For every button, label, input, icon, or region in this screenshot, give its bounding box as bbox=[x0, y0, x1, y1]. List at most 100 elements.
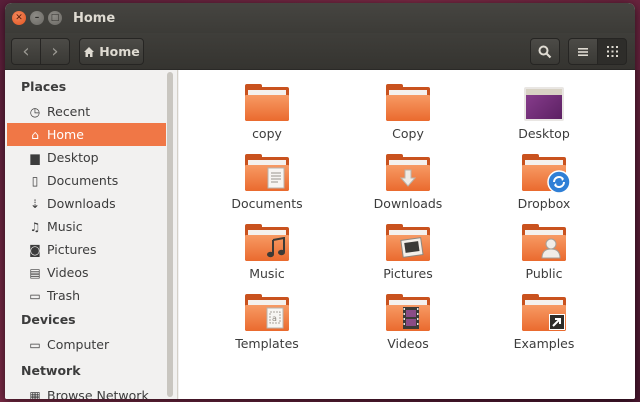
folder-icon bbox=[245, 224, 291, 261]
download-icon: ⇣ bbox=[29, 196, 41, 211]
file-item-downloads[interactable]: Downloads bbox=[343, 154, 473, 223]
sidebar-scrollbar[interactable] bbox=[167, 72, 173, 397]
file-label: Documents bbox=[231, 196, 303, 211]
path-bar-home-button[interactable]: Home bbox=[79, 38, 144, 65]
sidebar-header-places: Places bbox=[21, 79, 67, 94]
folder-icon bbox=[522, 294, 566, 331]
file-label: Templates bbox=[235, 336, 299, 351]
sidebar-item-downloads[interactable]: ⇣ Downloads bbox=[7, 192, 166, 215]
download-arrow-emblem-icon bbox=[393, 165, 423, 191]
sidebar-item-music[interactable]: ♫ Music bbox=[7, 215, 166, 238]
file-item-desktop[interactable]: Desktop bbox=[479, 87, 609, 153]
file-manager-window: ✕ – □ Home ‹ › Home Places ◷ Recent ⌂ Ho… bbox=[5, 3, 635, 399]
file-item-examples[interactable]: Examples bbox=[479, 294, 609, 363]
chevron-left-icon: ‹ bbox=[22, 41, 30, 62]
home-icon bbox=[84, 46, 95, 57]
camera-icon: ◙ bbox=[29, 242, 41, 257]
minimize-button[interactable]: – bbox=[30, 11, 44, 25]
sidebar-item-label: Recent bbox=[47, 104, 91, 119]
picture-frame-emblem-icon bbox=[397, 235, 427, 261]
file-item-public[interactable]: Public bbox=[479, 224, 609, 293]
drive-icon: ▭ bbox=[29, 337, 41, 352]
list-view-button[interactable] bbox=[568, 38, 598, 65]
chevron-right-icon: › bbox=[51, 41, 59, 62]
sidebar-item-documents[interactable]: ▯ Documents bbox=[7, 169, 166, 192]
title-bar[interactable]: ✕ – □ Home bbox=[5, 3, 635, 33]
file-label: copy bbox=[252, 126, 282, 141]
file-grid: copy Copy Desktop Documents Downloads Dr… bbox=[179, 70, 635, 399]
file-item-videos[interactable]: Videos bbox=[343, 294, 473, 363]
person-emblem-icon bbox=[536, 235, 566, 261]
folder-icon: a bbox=[245, 294, 291, 331]
file-item-pictures[interactable]: Pictures bbox=[343, 224, 473, 293]
sidebar-item-label: Trash bbox=[47, 288, 81, 303]
grid-view-button[interactable] bbox=[597, 38, 627, 65]
file-label: Examples bbox=[513, 336, 575, 351]
folder-icon: ▆ bbox=[30, 150, 40, 165]
sidebar-header-network: Network bbox=[21, 363, 81, 378]
sidebar-item-label: Documents bbox=[47, 173, 119, 188]
file-label: Dropbox bbox=[517, 196, 571, 211]
film-icon: ▤ bbox=[29, 265, 41, 280]
folder-icon bbox=[386, 84, 430, 121]
folder-icon bbox=[386, 154, 430, 191]
sidebar-item-label: Browse Network bbox=[47, 388, 149, 399]
link-arrow-emblem-icon bbox=[548, 313, 566, 331]
document-icon: ▯ bbox=[31, 173, 39, 188]
sidebar-item-computer[interactable]: ▭ Computer bbox=[7, 333, 166, 356]
file-item-documents[interactable]: Documents bbox=[202, 154, 332, 223]
grid-view-icon bbox=[606, 46, 618, 57]
sidebar: Places ◷ Recent ⌂ Home ▆ Desktop ▯ Docum… bbox=[5, 70, 178, 399]
sidebar-item-label: Home bbox=[47, 127, 84, 142]
close-button[interactable]: ✕ bbox=[12, 11, 26, 25]
file-item-dropbox[interactable]: Dropbox bbox=[479, 154, 609, 223]
file-label: Music bbox=[249, 266, 285, 281]
search-icon bbox=[538, 45, 552, 58]
sidebar-header-devices: Devices bbox=[21, 312, 76, 327]
file-item-copy-2[interactable]: Copy bbox=[343, 84, 473, 153]
file-label: Public bbox=[525, 266, 563, 281]
sidebar-item-recent[interactable]: ◷ Recent bbox=[7, 100, 166, 123]
folder-icon bbox=[245, 84, 289, 121]
folder-icon bbox=[245, 154, 291, 191]
forward-button[interactable]: › bbox=[40, 38, 70, 65]
sidebar-item-label: Pictures bbox=[47, 242, 97, 257]
document-emblem-icon bbox=[261, 165, 291, 191]
desktop-folder-icon bbox=[524, 87, 564, 121]
music-note-emblem-icon bbox=[261, 235, 291, 261]
home-icon: ⌂ bbox=[31, 127, 39, 142]
search-button[interactable] bbox=[530, 38, 560, 65]
file-label: Videos bbox=[387, 336, 429, 351]
path-bar-label: Home bbox=[99, 44, 140, 59]
music-icon: ♫ bbox=[29, 219, 41, 234]
list-view-icon bbox=[578, 47, 588, 56]
maximize-button[interactable]: □ bbox=[48, 11, 62, 25]
sidebar-item-label: Desktop bbox=[47, 150, 99, 165]
sidebar-item-label: Downloads bbox=[47, 196, 116, 211]
sidebar-item-home[interactable]: ⌂ Home bbox=[7, 123, 166, 146]
file-item-templates[interactable]: a Templates bbox=[202, 294, 332, 363]
file-label: Copy bbox=[392, 126, 424, 141]
file-label: Pictures bbox=[383, 266, 433, 281]
film-strip-emblem-icon bbox=[396, 305, 426, 331]
file-item-copy[interactable]: copy bbox=[202, 84, 332, 153]
sidebar-item-label: Videos bbox=[47, 265, 89, 280]
window-title: Home bbox=[73, 11, 116, 26]
template-emblem-icon: a bbox=[261, 305, 291, 331]
folder-icon bbox=[522, 224, 566, 261]
clock-icon: ◷ bbox=[29, 104, 41, 119]
file-label: Desktop bbox=[518, 126, 570, 141]
sidebar-item-trash[interactable]: ▭ Trash bbox=[7, 284, 166, 307]
back-button[interactable]: ‹ bbox=[11, 38, 41, 65]
file-item-music[interactable]: Music bbox=[202, 224, 332, 293]
sidebar-item-videos[interactable]: ▤ Videos bbox=[7, 261, 166, 284]
sidebar-item-label: Music bbox=[47, 219, 83, 234]
sidebar-item-desktop[interactable]: ▆ Desktop bbox=[7, 146, 166, 169]
network-icon: ▦ bbox=[29, 388, 41, 400]
sidebar-item-browse-network[interactable]: ▦ Browse Network bbox=[7, 384, 166, 399]
sidebar-item-pictures[interactable]: ◙ Pictures bbox=[7, 238, 166, 261]
folder-icon bbox=[386, 224, 430, 261]
folder-icon bbox=[386, 294, 430, 331]
file-label: Downloads bbox=[373, 196, 443, 211]
sync-emblem-icon bbox=[544, 169, 574, 195]
